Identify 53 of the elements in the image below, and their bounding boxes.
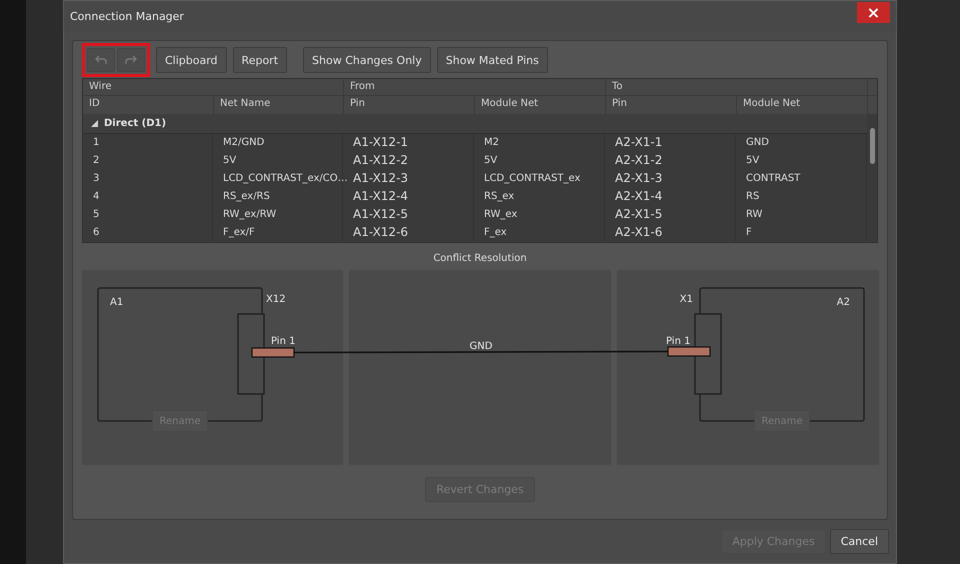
table-cell: RW_ex	[474, 206, 605, 224]
close-button[interactable]: ×	[857, 2, 890, 23]
component-label: A2	[836, 297, 850, 308]
pin-label: Pin 1	[271, 336, 296, 347]
table-cell: A1-X12-1	[343, 134, 474, 152]
table-cell: A1-X12-6	[343, 224, 474, 242]
column-group-header: To	[605, 79, 867, 95]
group-label: Direct (D1)	[104, 118, 166, 129]
table-cell: F_ex	[474, 224, 605, 242]
column-header[interactable]: ID	[83, 96, 213, 114]
table-cell: 3	[83, 170, 213, 188]
table-cell: 1	[83, 134, 213, 152]
undo-icon	[95, 55, 107, 65]
section-title: Conflict Resolution	[432, 253, 528, 264]
pin-block	[251, 347, 295, 358]
column-group-header: Wire	[88, 80, 112, 94]
table-cell: 5V	[213, 152, 343, 170]
window-title: Connection Manager	[69, 9, 184, 23]
toolbar-button[interactable]: Show Mated Pins	[436, 47, 548, 73]
table-cell: A2-X1-5	[605, 206, 736, 224]
column-group-header: From	[343, 79, 605, 95]
table-cell: 4	[83, 188, 213, 206]
connector-label: X1	[680, 294, 693, 305]
table-cell: M2	[474, 134, 605, 152]
footer-button[interactable]: Cancel	[830, 529, 889, 554]
table-cell: 2	[83, 152, 213, 170]
pin-block	[667, 346, 711, 357]
table-cell: A2-X1-6	[605, 224, 736, 242]
table-cell: RW_ex/RW	[213, 206, 343, 224]
table-cell: RS_ex/RS	[213, 188, 343, 206]
net-label: GND	[470, 341, 492, 352]
toolbar-button[interactable]: Show Changes Only	[303, 47, 431, 73]
table-cell: A2-X1-4	[605, 188, 736, 206]
table-cell: M2/GND	[213, 134, 343, 152]
table-cell: A1-X12-2	[343, 152, 474, 170]
connector-label: X12	[266, 294, 286, 305]
table-cell: RS_ex	[474, 188, 605, 206]
group-row[interactable]: Direct (D1)	[83, 114, 867, 134]
table-cell: 5V	[474, 152, 605, 170]
pin-label: Pin 1	[666, 336, 690, 347]
toolbar-button[interactable]: Clipboard	[156, 47, 227, 73]
table-cell: LCD_CONTRAST_ex	[474, 170, 605, 188]
table-cell: 6	[83, 224, 213, 242]
component-label: A1	[110, 297, 124, 308]
toolbar-button[interactable]: Report	[232, 47, 288, 73]
table-cell: F_ex/F	[213, 224, 343, 242]
redo-icon	[125, 55, 137, 65]
table-cell: A1-X12-4	[343, 188, 474, 206]
table-cell: A2-X1-2	[605, 152, 736, 170]
table-cell: A2-X1-3	[605, 170, 736, 188]
table-cell: A2-X1-1	[605, 134, 736, 152]
table-cell: 5	[83, 206, 213, 224]
table-cell: A1-X12-5	[343, 206, 474, 224]
